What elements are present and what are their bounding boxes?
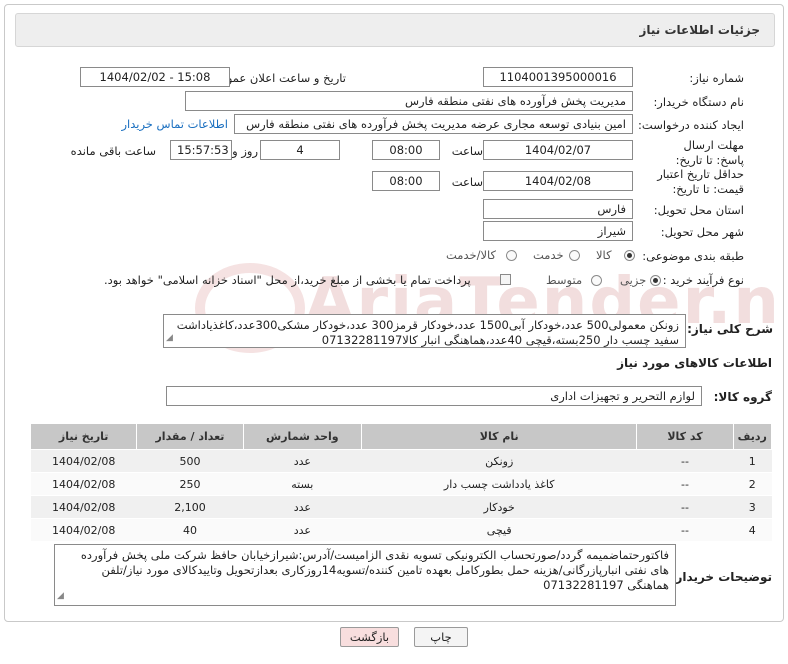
col-unit-header: واحد شمارش bbox=[242, 423, 363, 450]
buyer-org-label: نام دستگاه خریدار: bbox=[653, 95, 744, 109]
category-label: طبقه بندی موضوعی: bbox=[642, 249, 744, 263]
goods-table: ردیف کد کالا نام کالا واحد شمارش تعداد /… bbox=[29, 423, 773, 542]
cell-date: 1404/02/08 bbox=[30, 495, 137, 519]
table-row: 4 -- قیچی عدد 40 1404/02/08 bbox=[30, 518, 772, 542]
cell-name: زونکن bbox=[361, 449, 637, 473]
cell-row: 3 bbox=[733, 495, 772, 519]
days-remaining-field: 4 bbox=[260, 140, 340, 160]
category-option-service: خدمت bbox=[533, 248, 564, 262]
price-validity-label: حداقل تاریخ اعتبار قیمت: تا تاریخ: bbox=[657, 167, 744, 196]
table-row: 2 -- کاغذ یادداشت چسب دار بسته 250 1404/… bbox=[30, 472, 772, 496]
validity-date-field: 1404/02/08 bbox=[483, 171, 633, 191]
announce-date-field: 1404/02/02 - 15:08 bbox=[80, 67, 230, 87]
goods-group-field: لوازم التحریر و تجهیزات اداری bbox=[166, 386, 702, 406]
validity-time-field: 08:00 bbox=[372, 171, 440, 191]
process-option-medium: متوسط bbox=[546, 273, 583, 287]
cell-code: -- bbox=[636, 449, 734, 473]
treasury-payment-note: پرداخت تمام یا بخشی از مبلغ خرید،از محل … bbox=[104, 273, 471, 287]
table-row: 1 -- زونکن عدد 500 1404/02/08 bbox=[30, 449, 772, 473]
category-radio-goods-service[interactable] bbox=[506, 250, 517, 261]
cell-date: 1404/02/08 bbox=[30, 449, 137, 473]
reply-time-label: ساعت bbox=[451, 144, 483, 158]
print-button[interactable]: چاپ bbox=[414, 627, 468, 647]
cell-qty: 250 bbox=[136, 472, 244, 496]
reply-deadline-label: مهلت ارسال پاسخ: تا تاریخ: bbox=[675, 138, 744, 167]
col-row-header: ردیف bbox=[732, 423, 773, 450]
process-radio-medium[interactable] bbox=[591, 275, 602, 286]
process-type-label: نوع فرآیند خرید : bbox=[662, 273, 744, 287]
category-radio-service[interactable] bbox=[569, 250, 580, 261]
watermark-logo: AriaTender.net bbox=[185, 255, 783, 365]
remaining-time-field: 15:57:53 bbox=[170, 140, 232, 160]
cell-unit: عدد bbox=[243, 495, 362, 519]
table-row: 3 -- خودکار عدد 2,100 1404/02/08 bbox=[30, 495, 772, 519]
treasury-payment-checkbox[interactable] bbox=[500, 274, 511, 285]
remaining-time-label: ساعت باقی مانده bbox=[70, 144, 156, 158]
validity-time-label: ساعت bbox=[451, 175, 483, 189]
province-field: فارس bbox=[483, 199, 633, 219]
buyer-org-field: مدیریت پخش فرآورده های نفتی منطقه فارس bbox=[185, 91, 633, 111]
buyer-contact-link[interactable]: اطلاعات تماس خریدار bbox=[121, 117, 228, 131]
process-radio-minor[interactable] bbox=[650, 275, 661, 286]
cell-date: 1404/02/08 bbox=[30, 518, 137, 542]
description-text: زونکن معمولی500 عدد،خودکار آبی1500 عدد،خ… bbox=[176, 318, 679, 347]
panel-title: جزئیات اطلاعات نیاز bbox=[639, 23, 760, 37]
cell-unit: عدد bbox=[243, 518, 362, 542]
province-label: استان محل تحویل: bbox=[653, 203, 744, 217]
cell-name: خودکار bbox=[361, 495, 637, 519]
table-header-row: ردیف کد کالا نام کالا واحد شمارش تعداد /… bbox=[29, 423, 773, 450]
city-label: شهر محل تحویل: bbox=[660, 225, 744, 239]
cell-name: کاغذ یادداشت چسب دار bbox=[361, 472, 637, 496]
resize-grip-icon[interactable]: ◢ bbox=[57, 589, 64, 604]
need-number-field: 1104001395000016 bbox=[483, 67, 633, 87]
cell-qty: 40 bbox=[136, 518, 244, 542]
reply-date-field: 1404/02/07 bbox=[483, 140, 633, 160]
resize-grip-icon[interactable]: ◢ bbox=[166, 331, 173, 346]
cell-name: قیچی bbox=[361, 518, 637, 542]
cell-code: -- bbox=[636, 472, 734, 496]
buyer-notes-textarea[interactable]: فاکتورحتماضمیمه گردد/صورتحساب الکترونیکی… bbox=[54, 544, 676, 606]
goods-section-title: اطلاعات کالاهای مورد نیاز bbox=[617, 356, 772, 370]
cell-row: 2 bbox=[733, 472, 772, 496]
goods-group-label: گروه کالا: bbox=[713, 390, 772, 404]
reply-time-field: 08:00 bbox=[372, 140, 440, 160]
cell-code: -- bbox=[636, 518, 734, 542]
col-date-header: تاریخ نیاز bbox=[29, 423, 138, 450]
city-field: شیراز bbox=[483, 221, 633, 241]
buyer-notes-label: توضیحات خریدار: bbox=[670, 570, 772, 584]
description-textarea[interactable]: زونکن معمولی500 عدد،خودکار آبی1500 عدد،خ… bbox=[163, 314, 686, 348]
process-option-minor: جزیی bbox=[620, 273, 647, 287]
days-label: روز و bbox=[232, 144, 258, 158]
description-label: شرح کلی نیاز: bbox=[687, 322, 773, 336]
cell-qty: 2,100 bbox=[136, 495, 244, 519]
cell-unit: عدد bbox=[243, 449, 362, 473]
cell-row: 4 bbox=[733, 518, 772, 542]
need-number-label: شماره نیاز: bbox=[689, 71, 744, 85]
back-button[interactable]: بازگشت bbox=[340, 627, 399, 647]
cell-code: -- bbox=[636, 495, 734, 519]
col-qty-header: تعداد / مقدار bbox=[136, 423, 244, 450]
col-code-header: کد کالا bbox=[636, 423, 734, 450]
category-option-goods-service: کالا/خدمت bbox=[446, 248, 497, 262]
col-name-header: نام کالا bbox=[361, 423, 638, 450]
buyer-notes-text: فاکتورحتماضمیمه گردد/صورتحساب الکترونیکی… bbox=[80, 548, 669, 592]
requester-label: ایجاد کننده درخواست: bbox=[638, 118, 744, 132]
category-radio-goods[interactable] bbox=[624, 250, 635, 261]
cell-unit: بسته bbox=[243, 472, 362, 496]
requester-field: امین بنیادی توسعه مجاری عرضه مدیریت پخش … bbox=[234, 114, 633, 134]
cell-qty: 500 bbox=[136, 449, 244, 473]
category-option-goods: کالا bbox=[596, 248, 612, 262]
cell-date: 1404/02/08 bbox=[30, 472, 137, 496]
panel-header: جزئیات اطلاعات نیاز bbox=[15, 13, 775, 47]
cell-row: 1 bbox=[733, 449, 772, 473]
